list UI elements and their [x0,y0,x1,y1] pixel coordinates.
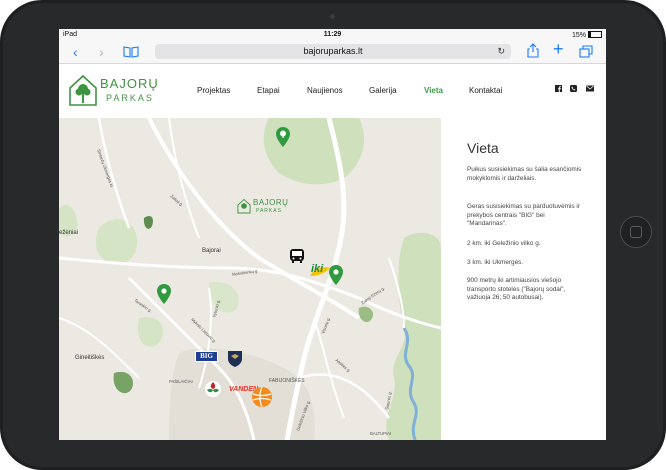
battery-icon [588,31,602,38]
viber-icon[interactable] [570,85,577,94]
map-site-logo: BAJORŲ PARKAS [237,198,297,218]
place-label-zeleziniai: ežėniai [59,230,79,236]
status-time: 11:29 [323,31,342,38]
bookmarks-icon[interactable] [123,44,139,62]
menu-item-vieta[interactable]: Vieta [424,86,443,95]
back-icon[interactable]: ‹ [73,43,78,61]
kindergarten-logo-icon[interactable] [204,380,222,398]
map-logo-text2: PARKAS [256,208,282,214]
panel-paragraph-distance-vilko: 2 km. iki Geležinio vilko g. [467,240,541,247]
reload-icon[interactable]: ↻ [497,44,505,59]
map-pin-location-icon[interactable] [157,284,171,304]
location-map[interactable]: ežėniai Bajorai Gineitiškės PAŠILAIČIAI … [59,118,441,440]
place-label-bajorai: Bajorai [202,248,221,254]
new-tab-icon[interactable]: + [553,40,564,58]
facebook-icon[interactable] [555,85,562,94]
address-bar[interactable]: bajoruparkas.lt ↻ [155,44,511,59]
ball-logo-icon[interactable] [251,386,273,408]
map-logo-house-icon [237,198,251,214]
mail-icon[interactable] [586,85,594,94]
logo-text-bajoru: BAJORŲ [100,76,159,91]
location-info-panel: Vieta Puikus susisiekimas su šalia esanč… [441,118,606,440]
panel-paragraph-schools: Puikus susisiekimas su šalia esančiomis … [467,166,582,182]
place-label-fabijoniskes: FABIJONIŠKĖS [269,378,305,384]
front-camera [330,14,335,19]
place-label-baltupiai: BALTUPIAI [370,431,392,436]
ios-status-bar: iPad 11:29 15% [59,29,606,41]
panel-title: Vieta [467,140,499,156]
share-icon[interactable] [527,43,539,62]
site-logo[interactable]: BAJORŲ PARKAS [68,74,160,110]
menu-item-naujienos[interactable]: Naujienos [307,86,343,95]
tabs-icon[interactable] [579,44,593,62]
place-label-pasilaiciai: PAŠILAIČIAI [169,379,193,384]
forward-icon[interactable]: › [99,43,104,61]
home-button[interactable] [620,216,652,248]
safari-toolbar: ‹ › bajoruparkas.lt ↻ + [59,40,606,64]
site-header: BAJORŲ PARKAS Projektas Etapai Naujienos… [59,64,606,119]
place-label-gineitiskes: Gineitiškės [75,355,105,361]
map-pin-park-icon[interactable] [276,127,290,147]
ipad-screen: iPad 11:29 15% ‹ › bajoruparkas.lt ↻ + B… [59,29,606,440]
logo-text-parkas: PARKAS [106,93,154,103]
iki-store-logo[interactable]: iki [308,263,332,278]
url-text: bajoruparkas.lt [303,46,363,56]
battery-percent: 15% [571,32,586,39]
menu-item-projektas[interactable]: Projektas [197,86,230,95]
big-store-logo[interactable]: BIG [195,351,218,362]
menu-item-kontaktai[interactable]: Kontaktai [469,86,502,95]
iki-store-text: iki [311,263,324,275]
menu-item-galerija[interactable]: Galerija [369,86,397,95]
home-button-square-icon [630,226,642,238]
school-shield-icon[interactable] [227,350,243,368]
menu-item-etapai[interactable]: Etapai [257,86,280,95]
vandens-logo[interactable]: VANDEN [229,386,258,396]
logo-house-tree-icon [69,74,97,106]
panel-paragraph-distance-ukmerges: 3 km. iki Ukmergės. [467,259,524,266]
map-logo-text1: BAJORŲ [253,198,289,207]
panel-paragraph-shops: Geras susisiekimas su parduotuvėmis ir p… [467,203,580,228]
panel-paragraph-transport: 900 metrų iki artimiausios viešojo trans… [467,277,566,302]
battery-indicator: 15% [572,31,602,39]
ipad-device-frame: iPad 11:29 15% ‹ › bajoruparkas.lt ↻ + B… [0,0,666,470]
bus-stop-icon[interactable] [289,248,305,264]
